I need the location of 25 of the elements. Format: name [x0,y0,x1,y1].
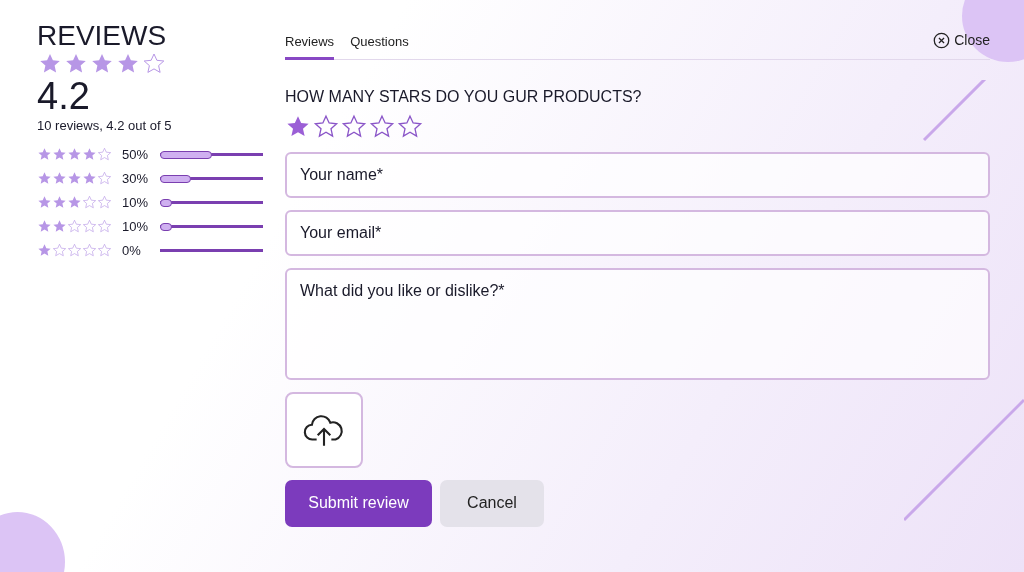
cloud-upload-icon [303,412,345,447]
submit-button[interactable]: Submit review [285,479,432,527]
tab[interactable]: Questions [350,20,409,60]
input-field[interactable]: Your email* [285,209,990,256]
text-area[interactable]: What did you like or dislike?* [285,267,990,380]
question-text: HOW MANY STARS DO YOU GUR PRODUCTS? [285,87,643,106]
star-icon[interactable] [341,113,367,140]
close-button[interactable]: Close [933,31,990,59]
tab[interactable]: Reviews [285,20,335,60]
percentage: 10% [122,195,150,210]
upload-button[interactable] [285,391,363,468]
star-picker[interactable] [285,113,423,140]
percentage: 10% [122,219,150,234]
star-icon[interactable] [397,113,423,140]
reviews-title: REVIEWS [37,20,168,52]
percentage: 50% [122,147,150,162]
close-icon [933,31,951,49]
average-score: 4.2 [37,76,91,116]
input-field[interactable]: Your name* [285,151,990,198]
percentage: 30% [122,171,150,186]
star-icon[interactable] [313,113,339,140]
percentage: 0% [122,243,142,258]
star-icon[interactable] [369,113,395,140]
review-count: 10 reviews, 4.2 out of 5 [37,118,173,133]
cancel-button[interactable]: Cancel [440,479,544,527]
